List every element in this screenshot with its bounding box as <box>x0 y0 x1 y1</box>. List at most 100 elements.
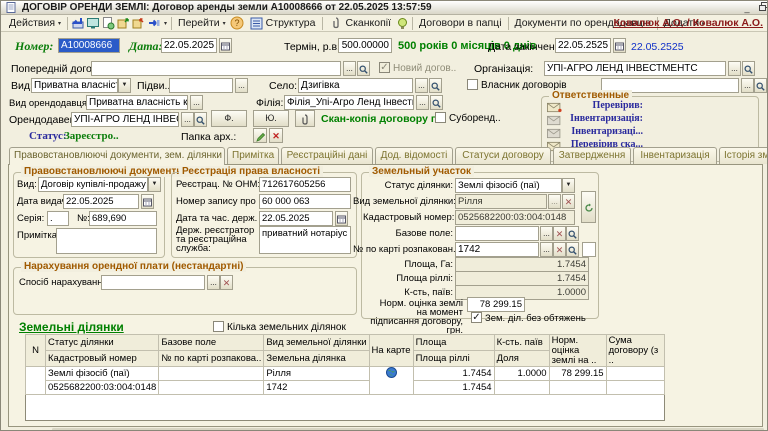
row-parcel-cell[interactable]: 1742 <box>264 381 369 395</box>
tab-registration-data[interactable]: Реєстраційні дані <box>281 147 373 164</box>
structure-button[interactable]: Структура <box>245 15 320 32</box>
contracts-owner-ellipsis-button[interactable]: ... <box>741 78 754 93</box>
sublease-checkbox[interactable] <box>435 112 446 123</box>
cadastre-number-field[interactable]: 0525682200:03:004:0148 <box>455 210 575 225</box>
no-encumbrance-checkbox[interactable]: ✓ <box>471 312 482 323</box>
new-contract-checkbox[interactable]: ✓ <box>379 62 390 73</box>
row-number-cell[interactable]: 1 <box>26 367 46 395</box>
row-base-field-cell[interactable] <box>159 367 264 381</box>
row-area-cell[interactable]: 1.7454 <box>413 367 494 381</box>
base-field-ellipsis-button[interactable]: ... <box>540 226 553 241</box>
branch-field[interactable]: Філія_Упі-Агро Ленд Інвестментс <box>284 95 414 110</box>
col-header-arable-area[interactable]: Площа ріллі <box>413 351 494 367</box>
table-row[interactable]: 0525682200:03:004:0148 1742 1.7454 <box>26 381 665 395</box>
date-calendar-button[interactable] <box>219 38 232 53</box>
row-map-cell[interactable] <box>369 367 413 395</box>
row-cadastre-cell[interactable]: 0525682200:03:004:0148 <box>46 381 159 395</box>
row-arable-area-cell[interactable]: 1.7454 <box>413 381 494 395</box>
issue-date-field[interactable]: 22.05.2025 <box>63 194 139 209</box>
map-number-field[interactable]: 1742 <box>455 242 539 257</box>
note-field[interactable] <box>56 228 157 254</box>
row-land-type-cell[interactable]: Рілля <box>264 367 369 381</box>
series-field[interactable]: . <box>47 211 69 226</box>
previous-contract-field[interactable] <box>91 61 341 76</box>
col-header-parcel[interactable]: Земельна ділянка <box>264 351 369 367</box>
row-shares-cell[interactable]: 1.0000 <box>494 367 549 381</box>
tab-inventory[interactable]: Інвентаризація <box>633 147 717 164</box>
responsible-inventory2-label[interactable]: Інвентаризаці... <box>567 126 643 137</box>
lessor-search-button[interactable] <box>194 112 207 127</box>
previous-contract-search-button[interactable] <box>357 61 370 76</box>
col-header-shares[interactable]: К-сть. паїв <box>494 335 549 351</box>
clear-x-button[interactable]: ✕ <box>269 128 283 143</box>
accrual-method-field[interactable] <box>101 275 205 290</box>
help-icon[interactable]: ? <box>230 16 245 31</box>
contracts-in-folder-button[interactable]: Договори в папці <box>415 16 505 30</box>
parcel-type-clear-button[interactable]: ✕ <box>562 194 575 209</box>
send-button[interactable]: ▾ <box>145 15 169 31</box>
lessor-kind-ellipsis-button[interactable]: ... <box>190 95 203 110</box>
doc-number-field[interactable]: 689,690 <box>89 211 157 226</box>
base-field-clear-button[interactable]: ✕ <box>553 226 566 241</box>
tab-change-history[interactable]: Історія змін <box>719 147 768 164</box>
doc-kind-select[interactable]: Договір купівлі-продажу <box>38 177 148 192</box>
col-header-cadastre[interactable]: Кадастровый номер <box>46 351 159 367</box>
tab-contract-statuses[interactable]: Статуси договору <box>455 147 551 164</box>
village-field[interactable]: Дзигівка <box>298 78 413 93</box>
number-field[interactable]: А10008666 <box>58 38 120 53</box>
parcels-table[interactable]: N Статус ділянки Базове поле Вид земельн… <box>25 334 665 421</box>
map-number-ellipsis-button[interactable]: ... <box>540 242 553 257</box>
responsible-checked-label[interactable]: Перевірив: <box>567 100 643 111</box>
organization-field[interactable]: УПІ-АГРО ЛЕНД ІНВЕСТМЕНТС <box>544 61 726 76</box>
attachment-button[interactable] <box>295 110 315 127</box>
organization-ellipsis-button[interactable]: ... <box>728 61 741 76</box>
end-date-field[interactable]: 22.05.2525 <box>555 38 611 53</box>
bulb-icon[interactable] <box>395 16 410 31</box>
row-status-cell[interactable]: Землі фізосіб (паї) <box>46 367 159 381</box>
tab-legal-documents[interactable]: Правовстановлюючі документи, зем. ділянк… <box>9 147 225 165</box>
registrar-field[interactable]: приватний нотаріус Бец <box>259 226 351 254</box>
issue-date-calendar-button[interactable] <box>141 194 154 209</box>
col-header-norm-valuation[interactable]: Норм. оцінка землі на .. <box>549 335 606 367</box>
scan-copy-link[interactable]: Скан-копія договору п.. <box>321 113 443 125</box>
village-search-button[interactable] <box>429 78 442 93</box>
row-map-number-cell[interactable] <box>159 381 264 395</box>
parcel-type-field[interactable]: Рілля <box>455 194 547 209</box>
tab-note[interactable]: Примітка <box>227 147 279 164</box>
doc-kind-dropdown-button[interactable]: ▼ <box>148 177 161 192</box>
reg-date-field[interactable]: 22.05.2025 <box>259 211 333 226</box>
row-empty-cell[interactable] <box>549 381 606 395</box>
col-header-area[interactable]: Площа <box>413 335 494 351</box>
previous-contract-ellipsis-button[interactable]: ... <box>343 61 356 76</box>
refresh-button[interactable] <box>581 191 596 223</box>
col-header-base-field[interactable]: Базове поле <box>159 335 264 351</box>
restore-button[interactable] <box>757 2 768 13</box>
branch-search-button[interactable] <box>430 95 443 110</box>
kind-select[interactable]: Приватна власність комп <box>31 78 118 93</box>
multiple-parcels-checkbox[interactable] <box>213 321 224 332</box>
col-header-n[interactable]: N <box>26 335 46 367</box>
base-field-search-button[interactable] <box>566 226 579 241</box>
end-date-calendar-button[interactable] <box>613 38 626 53</box>
subkind-ellipsis-button[interactable]: ... <box>235 78 248 93</box>
kind-dropdown-button[interactable]: ▼ <box>118 78 131 93</box>
legal-letter-button[interactable]: Ю. <box>253 110 289 127</box>
row-share-cell[interactable] <box>494 381 549 395</box>
contracts-owner-search-button[interactable] <box>754 78 767 93</box>
accrual-method-ellipsis-button[interactable]: ... <box>207 275 220 290</box>
col-header-land-type[interactable]: Вид земельної ділянки <box>264 335 369 351</box>
organization-search-button[interactable] <box>742 61 755 76</box>
parcel-status-dropdown-button[interactable]: ▼ <box>562 178 575 193</box>
minimize-button[interactable]: _ <box>741 3 753 13</box>
lessor-ellipsis-button[interactable]: ... <box>181 112 194 127</box>
subkind-field[interactable] <box>169 78 233 93</box>
col-header-share[interactable]: Доля <box>494 351 549 367</box>
lessor-kind-field[interactable]: Приватна власність компа <box>86 95 188 110</box>
save-icon[interactable] <box>70 16 85 31</box>
lessor-field[interactable]: УПІ-АГРО ЛЕНД ІНВЕСТМЕН <box>71 112 179 127</box>
village-ellipsis-button[interactable]: ... <box>415 78 428 93</box>
base-field-field[interactable] <box>455 226 539 241</box>
actions-menu-button[interactable]: Действия▾ <box>5 16 65 30</box>
scancopies-button[interactable]: Сканкопії <box>325 15 396 32</box>
map-number-search-button[interactable] <box>566 242 579 257</box>
